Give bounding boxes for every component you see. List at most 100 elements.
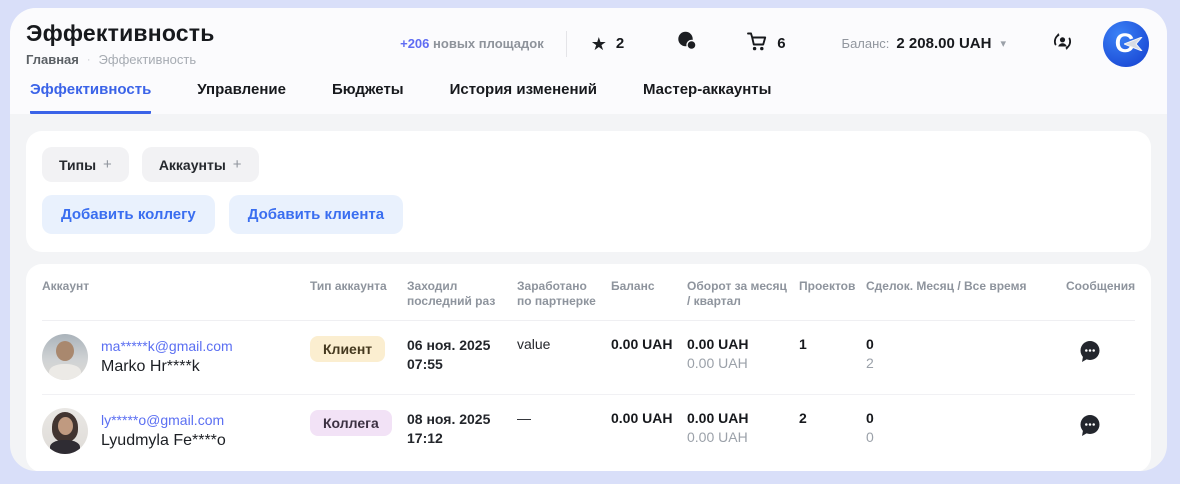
messages-cell: [1066, 408, 1135, 442]
last-visit-time: 17:12: [407, 429, 517, 448]
deals-month: 0: [866, 336, 1066, 352]
add-colleague-button[interactable]: Добавить коллегу: [42, 195, 215, 234]
col-projects: Проектов: [799, 279, 866, 294]
last-visit-time: 07:55: [407, 355, 517, 374]
cart-counter[interactable]: 6: [746, 31, 785, 57]
last-visit-cell: 06 ноя. 2025 07:55: [407, 334, 517, 374]
account-cell: ly*****o@gmail.com Lyudmyla Fe****o: [42, 408, 310, 454]
chat-icon: [676, 30, 698, 57]
header: Эффективность Главная · Эффективность +2…: [10, 8, 1167, 114]
deals-all-time: 2: [866, 355, 1066, 371]
table-row: ly*****o@gmail.com Lyudmyla Fe****o Колл…: [42, 395, 1135, 468]
add-client-button[interactable]: Добавить клиента: [229, 195, 403, 234]
favorites-counter[interactable]: ★ 2: [591, 35, 624, 53]
star-icon: ★: [591, 35, 607, 53]
message-bubble-icon: [1076, 412, 1103, 442]
balance-cell: 0.00 UAH: [611, 408, 687, 426]
breadcrumb-separator: ·: [87, 54, 91, 66]
col-messages: Сообщения: [1066, 279, 1145, 294]
avatar: [42, 408, 88, 454]
favorites-count: 2: [616, 35, 624, 52]
account-cell: ma*****k@gmail.com Marko Hr****k: [42, 334, 310, 380]
col-balance: Баланс: [611, 279, 687, 294]
projects-cell: 2: [799, 408, 866, 426]
cart-icon: [746, 31, 768, 57]
tab-effectiveness[interactable]: Эффективность: [30, 81, 151, 114]
avatar: [42, 334, 88, 380]
filter-chip-types[interactable]: Типы +: [42, 147, 129, 182]
account-type-badge: Коллега: [310, 410, 392, 436]
tab-master-accounts[interactable]: Мастер-аккаунты: [643, 81, 771, 114]
accounts-table-card: Аккаунт Тип аккаунта Заходил последний р…: [26, 264, 1151, 471]
plus-icon: +: [103, 156, 112, 173]
account-email-link[interactable]: ly*****o@gmail.com: [101, 412, 226, 428]
filters-card: Типы + Аккаунты + Добавить коллегу Добав…: [26, 131, 1151, 252]
deals-month: 0: [866, 410, 1066, 426]
message-bubble-icon: [1076, 338, 1103, 368]
account-name: Lyudmyla Fe****o: [101, 432, 226, 450]
account-email-link[interactable]: ma*****k@gmail.com: [101, 338, 233, 354]
topbar: +206 новых площадок ★ 2: [400, 21, 1149, 67]
projects-cell: 1: [799, 334, 866, 352]
balance-dropdown[interactable]: Баланс: 2 208.00 UAH ▾: [842, 35, 1006, 52]
balance-label: Баланс:: [842, 36, 890, 51]
messages-cell: [1066, 334, 1135, 368]
last-visit-cell: 08 ноя. 2025 17:12: [407, 408, 517, 448]
tab-bar: Эффективность Управление Бюджеты История…: [26, 81, 1149, 114]
balance-cell: 0.00 UAH: [611, 334, 687, 352]
turnover-quarter: 0.00 UAH: [687, 429, 799, 445]
col-account-type: Тип аккаунта: [310, 279, 407, 294]
account-name: Marko Hr****k: [101, 358, 233, 376]
partner-earnings-cell: value: [517, 334, 611, 352]
action-buttons: Добавить коллегу Добавить клиента: [42, 195, 1135, 234]
tab-budgets[interactable]: Бюджеты: [332, 81, 404, 114]
last-visit-date: 06 ноя. 2025: [407, 336, 517, 355]
balance-value: 2 208.00 UAH: [896, 35, 991, 52]
account-identity: ma*****k@gmail.com Marko Hr****k: [101, 338, 233, 376]
deals-cell: 0 2: [866, 334, 1066, 371]
tab-management[interactable]: Управление: [197, 81, 286, 114]
col-turnover: Оборот за месяц / квартал: [687, 279, 799, 309]
turnover-month: 0.00 UAH: [687, 410, 799, 426]
col-account: Аккаунт: [42, 279, 310, 294]
app-logo[interactable]: C: [1103, 21, 1149, 67]
app-window: Эффективность Главная · Эффективность +2…: [10, 8, 1167, 471]
message-button[interactable]: [1076, 412, 1103, 442]
table-header-row: Аккаунт Тип аккаунта Заходил последний р…: [42, 264, 1135, 321]
chat-shortcut[interactable]: [676, 30, 698, 57]
new-platforms-link[interactable]: +206 новых площадок: [400, 36, 544, 51]
new-platforms-count: +206: [400, 36, 429, 51]
chevron-down-icon: ▾: [1000, 37, 1006, 50]
account-type-cell: Коллега: [310, 408, 407, 436]
message-button[interactable]: [1076, 338, 1103, 368]
content: Типы + Аккаунты + Добавить коллегу Добав…: [10, 114, 1167, 471]
tab-change-history[interactable]: История изменений: [450, 81, 597, 114]
account-type-cell: Клиент: [310, 334, 407, 362]
filter-chip-accounts-label: Аккаунты: [159, 157, 226, 173]
filter-chip-types-label: Типы: [59, 157, 96, 173]
logo-arrow-icon: [1124, 37, 1143, 56]
page-title: Эффективность: [26, 20, 215, 47]
deals-all-time: 0: [866, 429, 1066, 445]
cart-count: 6: [777, 35, 785, 52]
filter-chip-accounts[interactable]: Аккаунты +: [142, 147, 259, 182]
col-deals: Сделок. Месяц / Все время: [866, 279, 1066, 294]
title-block: Эффективность Главная · Эффективность: [26, 20, 215, 67]
turnover-quarter: 0.00 UAH: [687, 355, 799, 371]
filter-chips: Типы + Аккаунты +: [42, 147, 1135, 182]
turnover-cell: 0.00 UAH 0.00 UAH: [687, 334, 799, 371]
breadcrumb: Главная · Эффективность: [26, 52, 215, 67]
plus-icon: +: [233, 156, 242, 173]
account-identity: ly*****o@gmail.com Lyudmyla Fe****o: [101, 412, 226, 450]
account-type-badge: Клиент: [310, 336, 385, 362]
col-partner-earnings: Заработано по партнерке: [517, 279, 611, 309]
topbar-divider: [566, 31, 567, 57]
user-sync-icon: [1050, 29, 1075, 59]
table-row: ma*****k@gmail.com Marko Hr****k Клиент …: [42, 321, 1135, 395]
turnover-month: 0.00 UAH: [687, 336, 799, 352]
breadcrumb-current: Эффективность: [99, 52, 197, 67]
account-switcher-button[interactable]: [1050, 29, 1075, 59]
last-visit-date: 08 ноя. 2025: [407, 410, 517, 429]
breadcrumb-home-link[interactable]: Главная: [26, 52, 79, 67]
col-last-visit: Заходил последний раз: [407, 279, 517, 309]
